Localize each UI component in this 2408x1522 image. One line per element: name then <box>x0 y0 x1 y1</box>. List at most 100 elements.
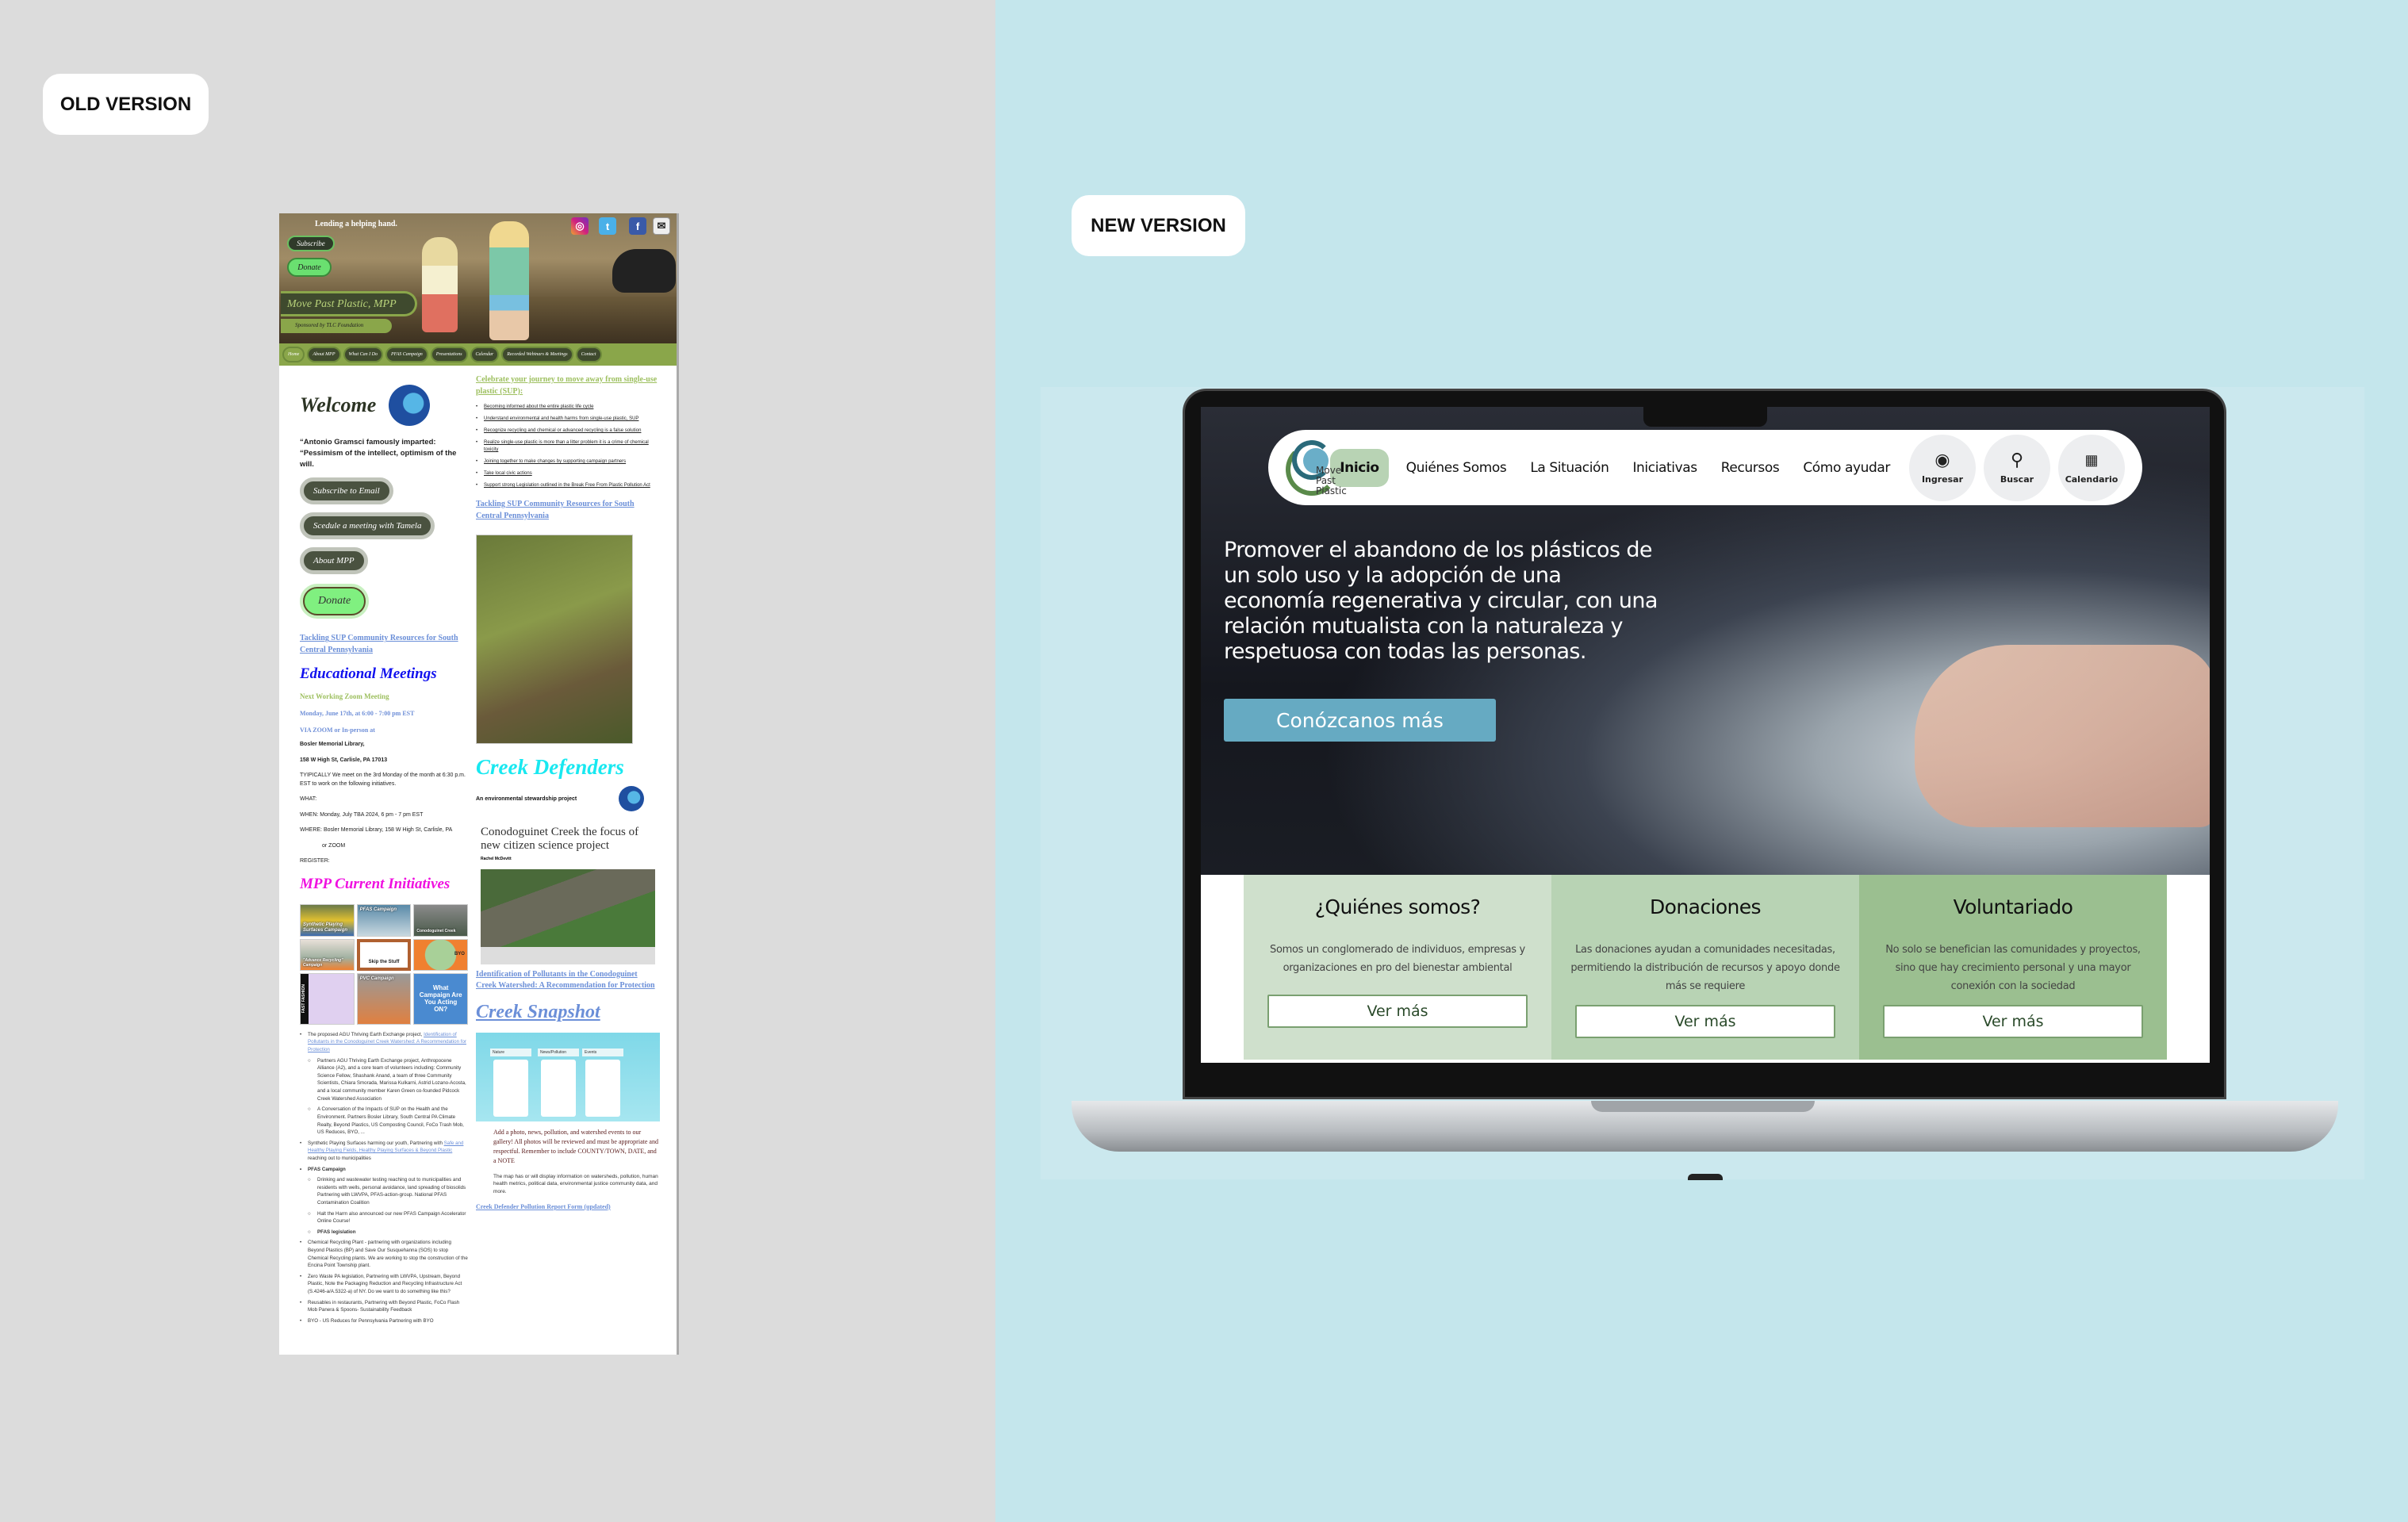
search-icon: ⚲ <box>2010 450 2024 470</box>
quote: “Antonio Gramsci famously imparted: “Pes… <box>300 438 457 469</box>
address: 158 W High St, Carlisle, PA 17013 <box>300 757 388 763</box>
snapshot-column-events: Events <box>582 1048 623 1056</box>
nav-recursos[interactable]: Recursos <box>1721 460 1780 476</box>
nav-la-situacion[interactable]: La Situación <box>1530 460 1609 476</box>
learn-more-button[interactable]: Conózcanos más <box>1224 699 1496 742</box>
email-icon[interactable]: ✉ <box>653 217 670 235</box>
nav-contact[interactable]: Contact <box>575 347 602 362</box>
twitter-icon[interactable]: t <box>599 217 616 235</box>
old-left-column: Welcome “Antonio Gramsci famously impart… <box>300 369 468 1325</box>
nav-what-can-i-do[interactable]: What Can I Do <box>343 347 384 362</box>
nav-como-ayudar[interactable]: Cómo ayudar <box>1803 460 1890 476</box>
nav-calendar[interactable]: Calendar <box>470 347 500 362</box>
via: VIA ZOOM or In-person at <box>300 726 375 734</box>
article-author: Rachel McDevitt <box>481 856 512 861</box>
donate-button[interactable]: Donate <box>300 584 370 619</box>
nav-webinars[interactable]: Recorded Webinars & Meetings <box>501 347 573 362</box>
article-clip: Conodoguinet Creek the focus of new citi… <box>476 826 660 964</box>
ver-mas-button[interactable]: Ver más <box>1267 995 1528 1028</box>
celebrate-heading[interactable]: Celebrate your journey to move away from… <box>476 374 660 397</box>
facebook-icon[interactable]: f <box>629 217 646 235</box>
header-photo <box>422 237 458 332</box>
library: Bosler Memorial Library, <box>300 742 365 748</box>
when: WHEN: Monday, July TBA 2024, 6 pm - 7 pm… <box>300 811 424 818</box>
mpp-logo <box>389 385 431 426</box>
search-button[interactable]: ⚲ Buscar <box>1984 434 2050 501</box>
header-donate-button[interactable]: Donate <box>287 258 332 277</box>
article-title: Conodoguinet Creek the focus of new citi… <box>481 826 639 853</box>
old-website: Lending a helping hand. Subscribe Donate… <box>279 213 679 1355</box>
login-button[interactable]: ◉ Ingresar <box>1909 434 1976 501</box>
journey-list: Becoming informed about the entire plast… <box>476 404 660 489</box>
new-version-label: NEW VERSION <box>1072 195 1245 256</box>
tile-skip-the-stuff[interactable]: Skip the Stuff <box>356 938 412 971</box>
schedule-meeting-button[interactable]: Scedule a meeting with Tamela <box>300 512 435 540</box>
educational-meetings-heading: Educational Meetings <box>300 665 437 683</box>
old-version-label: OLD VERSION <box>43 74 209 135</box>
register[interactable]: REGISTER: <box>300 857 468 866</box>
old-right-column: Celebrate your journey to move away from… <box>476 369 660 1325</box>
next-meeting: Next Working Zoom Meeting <box>300 692 389 701</box>
tile-pvc[interactable]: PVC Campaign <box>356 972 412 1025</box>
snapshot-column-news: News/Pollution <box>538 1048 579 1056</box>
meeting-date: Monday, June 17th, at 6:00 - 7:00 pm EST <box>300 710 415 718</box>
nav-quienes-somos[interactable]: Quiénes Somos <box>1406 460 1507 476</box>
main-nav: Move Past Plastic Inicio Quiénes Somos La … <box>1268 430 2142 505</box>
or-zoom: or ZOOM <box>322 842 346 849</box>
about-mpp-button[interactable]: About MPP <box>300 547 368 575</box>
what: WHAT: <box>300 796 317 803</box>
tackling-link[interactable]: Tackling SUP Community Resources for Sou… <box>300 633 468 656</box>
map-note: The map has or will display information … <box>493 1173 658 1195</box>
identification-link-2[interactable]: Identification of Pollutants in the Cono… <box>476 969 660 992</box>
old-nav: Home About MPP What Can I Do PFAS Campai… <box>279 343 677 366</box>
info-cards: ¿Quiénes somos? Somos un conglomerado de… <box>1244 875 2167 1060</box>
snapshot-board: Nature News/Pollution Events <box>476 1032 660 1121</box>
new-website: Move Past Plastic Inicio Quiénes Somos La … <box>1201 407 2210 1063</box>
tile-fast-fashion[interactable]: FAST FASHION <box>300 972 355 1025</box>
site-title: Move Past Plastic, MPP <box>281 291 417 316</box>
camera-notch <box>1643 404 1767 427</box>
initiatives-list: The proposed AGU Thriving Earth Exchange… <box>300 1031 468 1325</box>
initiatives-heading: MPP Current Initiatives <box>300 875 451 892</box>
creek-snapshot-heading[interactable]: Creek Snapshot <box>476 1002 660 1023</box>
card-donaciones: Donaciones Las donaciones ayudan a comun… <box>1551 875 1859 1060</box>
where: WHERE: Bosler Memorial Library, 158 W Hi… <box>300 827 453 834</box>
creek-defenders-heading: Creek Defenders <box>476 755 624 779</box>
instagram-icon[interactable]: ◎ <box>571 217 589 235</box>
subscribe-email-button[interactable]: Subscribe to Email <box>300 477 393 505</box>
report-form-link[interactable]: Creek Defender Pollution Report Form (up… <box>476 1202 660 1212</box>
typically: TYIPICALLY We meet on the 3rd Monday of … <box>300 773 466 787</box>
card-voluntariado: Voluntariado No solo se benefician las c… <box>1859 875 2167 1060</box>
calendar-button[interactable]: ▦ Calendario <box>2058 434 2125 501</box>
stewardship-text: An environmental stewardship project <box>476 796 577 802</box>
nav-pfas[interactable]: PFAS Campaign <box>385 347 428 362</box>
nav-home[interactable]: Home <box>282 347 305 362</box>
subscribe-button[interactable]: Subscribe <box>287 236 335 251</box>
user-circle-icon: ◉ <box>1934 450 1950 470</box>
calendar-icon: ▦ <box>2084 452 2099 468</box>
tile-byo[interactable]: BYO <box>413 938 468 971</box>
mpp-logo[interactable]: Move Past Plastic <box>1286 439 1347 496</box>
tile-pfas[interactable]: PFAS Campaign <box>356 903 412 937</box>
mission-statement: Promover el abandono de los plásticos de… <box>1224 538 1658 664</box>
old-header: Lending a helping hand. Subscribe Donate… <box>279 213 677 366</box>
initiatives-grid: Synthetic Playing Surfaces Campaign PFAS… <box>300 903 468 1025</box>
tile-synthetic[interactable]: Synthetic Playing Surfaces Campaign <box>300 903 355 937</box>
dogs-photo <box>476 535 633 744</box>
tackling-link-2[interactable]: Tackling SUP Community Resources for Sou… <box>476 499 660 522</box>
sponsor: Sponsored by TLC Foundation <box>281 319 392 333</box>
card-quienes-somos: ¿Quiénes somos? Somos un conglomerado de… <box>1244 875 1551 1060</box>
snapshot-column-nature: Nature <box>490 1048 531 1056</box>
ver-mas-button[interactable]: Ver más <box>1883 1005 2143 1038</box>
welcome-heading: Welcome <box>300 393 377 416</box>
nav-presentations[interactable]: Presentations <box>430 347 468 362</box>
nav-about[interactable]: About MPP <box>307 347 341 362</box>
nav-iniciativas[interactable]: Iniciativas <box>1632 460 1697 476</box>
gallery-note: Add a photo, news, pollution, and waters… <box>493 1128 658 1164</box>
tile-creek[interactable]: Conodoguinet Creek <box>413 903 468 937</box>
ver-mas-button[interactable]: Ver más <box>1575 1005 1835 1038</box>
tagline: Lending a helping hand. <box>315 220 397 228</box>
tile-what-campaign[interactable]: What Campaign Are You Acting ON? <box>413 972 468 1025</box>
tile-advance-recycling[interactable]: "Advance Recycling" Campaign <box>300 938 355 971</box>
river-photo <box>481 868 655 964</box>
